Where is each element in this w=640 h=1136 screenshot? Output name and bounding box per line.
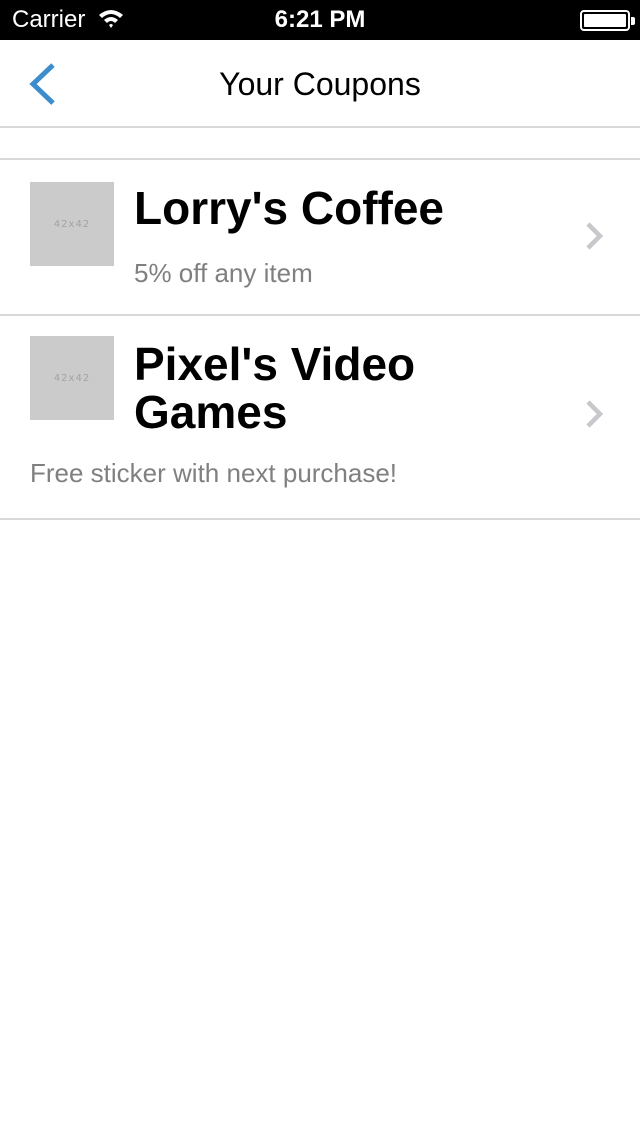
chevron-right-icon [586,222,604,250]
coupon-list: 42x42 Lorry's Coffee 5% off any item 42x… [0,158,640,520]
screen: Carrier 6:21 PM Your Coupons 42x42 Lorry… [0,0,640,1136]
thumbnail-placeholder-label: 42x42 [53,218,91,230]
coupon-detail: 5% off any item [134,258,313,288]
battery-level [584,14,626,27]
clock: 6:21 PM [274,6,366,33]
battery-nub [631,17,635,25]
thumbnail-placeholder-label: 42x42 [53,372,91,384]
chevron-right-icon [586,400,604,428]
coupon-name: Lorry's Coffee [134,182,445,234]
coupon-row[interactable]: 42x42 Lorry's Coffee 5% off any item [0,160,640,316]
coupon-row[interactable]: 42x42 Pixel's Video Games Free sticker w… [0,316,640,520]
coupon-thumbnail: 42x42 [30,336,114,420]
coupon-name: Pixel's Video Games [134,338,416,438]
nav-bar: Your Coupons [0,40,640,128]
battery-icon [580,10,635,31]
coupon-thumbnail: 42x42 [30,182,114,266]
coupon-detail: Free sticker with next purchase! [30,458,398,488]
page-title: Your Coupons [219,66,421,102]
status-bar: Carrier 6:21 PM [0,0,640,40]
